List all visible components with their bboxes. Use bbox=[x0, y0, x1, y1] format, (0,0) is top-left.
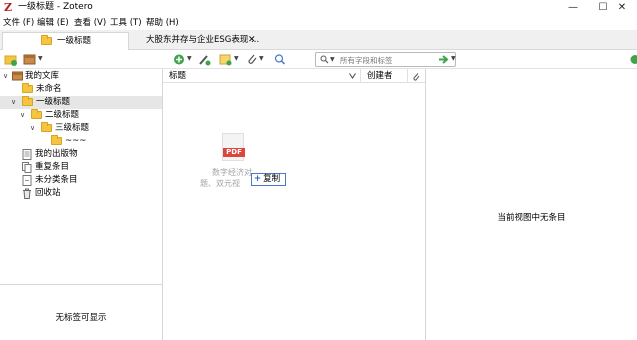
chevron-down-icon[interactable]: ∨ bbox=[20, 111, 25, 120]
trash-icon bbox=[23, 188, 31, 199]
library-root[interactable]: ∨ 我的文库 bbox=[0, 70, 162, 83]
plus-icon: + bbox=[254, 174, 262, 184]
library-icon bbox=[12, 71, 23, 81]
menu-bar: 文件 (F) 编辑 (E) 查看 (V) 工具 (T) 帮助 (H) bbox=[0, 16, 637, 30]
window-title: 一级标题 - Zotero bbox=[18, 2, 93, 12]
tab-label: 一级标题 bbox=[57, 36, 92, 46]
duplicate-icon bbox=[22, 162, 32, 173]
new-note-icon[interactable] bbox=[219, 53, 233, 66]
new-collection-icon[interactable] bbox=[4, 53, 18, 66]
folder-icon bbox=[41, 35, 52, 45]
tab-document[interactable]: 大股东并存与企业ESG表现 ... ✕ bbox=[130, 32, 260, 50]
duplicate-items[interactable]: 重复条目 bbox=[0, 161, 162, 174]
chevron-down-icon[interactable]: ▼ bbox=[38, 55, 43, 63]
chevron-down-icon[interactable]: ▼ bbox=[234, 55, 239, 63]
tree-label: 一级标题 bbox=[36, 97, 71, 107]
add-by-identifier-icon[interactable] bbox=[198, 53, 212, 66]
locate-icon[interactable] bbox=[274, 53, 286, 66]
sort-descending-icon[interactable] bbox=[349, 73, 356, 79]
menu-edit[interactable]: 编辑 (E) bbox=[37, 17, 69, 29]
chevron-down-icon[interactable]: ∨ bbox=[3, 72, 8, 81]
copy-drop-badge: + 复制 bbox=[251, 173, 286, 186]
chevron-down-icon[interactable]: ▼ bbox=[187, 55, 192, 63]
folder-icon bbox=[51, 135, 62, 145]
column-divider[interactable] bbox=[407, 69, 408, 83]
chevron-down-icon[interactable]: ▼ bbox=[259, 55, 264, 63]
sync-icon[interactable] bbox=[630, 53, 637, 66]
menu-tools[interactable]: 工具 (T) bbox=[110, 17, 142, 29]
document-icon bbox=[22, 149, 32, 160]
tab-library[interactable]: 一级标题 bbox=[2, 32, 129, 50]
column-creator[interactable]: 创建者 bbox=[367, 71, 393, 82]
items-pane: 标题 创建者 bbox=[163, 69, 425, 340]
search-input[interactable] bbox=[340, 54, 452, 66]
tree-label: 未分类条目 bbox=[35, 175, 78, 185]
title-bar: Z 一级标题 - Zotero — ☐ ✕ bbox=[0, 0, 637, 16]
items-column-header: 标题 创建者 bbox=[163, 69, 425, 83]
collections-pane: ∨ 我的文库 未命名 ∨ 一级标题 ∨ 二级标题 ∨ 三级标题 ~~~ 我的出版… bbox=[0, 69, 162, 284]
add-attachment-icon[interactable] bbox=[246, 53, 258, 66]
menu-view[interactable]: 查看 (V) bbox=[74, 17, 106, 29]
collection-item[interactable]: ~~~ bbox=[0, 135, 162, 148]
pdf-badge: PDF bbox=[223, 148, 245, 157]
search-mode-chevron-icon[interactable]: ▼ bbox=[330, 56, 335, 63]
column-divider[interactable] bbox=[360, 69, 361, 83]
tree-label: ~~~ bbox=[65, 136, 87, 146]
column-title[interactable]: 标题 bbox=[169, 71, 186, 82]
trash-item[interactable]: 回收站 bbox=[0, 187, 162, 200]
collection-item[interactable]: ∨ 二级标题 bbox=[0, 109, 162, 122]
zotero-logo-icon: Z bbox=[4, 1, 13, 14]
search-field[interactable]: ▼ bbox=[315, 52, 456, 67]
item-detail-pane: 当前视图中无条目 bbox=[426, 69, 637, 340]
collection-item-selected[interactable]: ∨ 一级标题 bbox=[0, 96, 162, 109]
tree-label: 回收站 bbox=[35, 188, 61, 198]
tree-label: 我的文库 bbox=[25, 71, 60, 81]
collection-item[interactable]: ∨ 三级标题 bbox=[0, 122, 162, 135]
no-tags-message: 无标签可显示 bbox=[55, 313, 107, 323]
arrow-right-icon[interactable] bbox=[438, 53, 450, 66]
copy-label: 复制 bbox=[263, 174, 281, 184]
my-publications-item[interactable]: 我的出版物 bbox=[0, 148, 162, 161]
close-icon[interactable]: ✕ bbox=[248, 35, 256, 46]
close-button[interactable]: ✕ bbox=[607, 0, 637, 16]
new-library-icon[interactable] bbox=[23, 53, 37, 66]
unfiled-icon bbox=[22, 175, 32, 186]
drag-filename-line1: 数字经济对 bbox=[212, 168, 252, 177]
minimize-button[interactable]: — bbox=[558, 0, 588, 16]
folder-icon bbox=[22, 83, 33, 93]
tree-label: 重复条目 bbox=[35, 162, 70, 172]
tab-bar: 一级标题 大股东并存与企业ESG表现 ... ✕ bbox=[0, 30, 637, 50]
pdf-file-icon: PDF bbox=[222, 133, 245, 161]
unfiled-items[interactable]: 未分类条目 bbox=[0, 174, 162, 187]
toolbar: ▼ ▼ ▼ ▼ ▼ ▼ bbox=[0, 50, 637, 69]
tag-selector: 无标签可显示 bbox=[0, 284, 162, 340]
folder-icon bbox=[22, 96, 33, 106]
chevron-down-icon[interactable]: ▼ bbox=[451, 55, 456, 63]
chevron-down-icon[interactable]: ∨ bbox=[11, 98, 16, 107]
tree-label: 二级标题 bbox=[45, 110, 80, 120]
tree-label: 三级标题 bbox=[55, 123, 90, 133]
folder-icon bbox=[41, 122, 52, 132]
folder-icon bbox=[31, 109, 42, 119]
no-items-message: 当前视图中无条目 bbox=[497, 213, 566, 223]
drag-filename-line2: 题、双元视 bbox=[200, 179, 240, 188]
menu-file[interactable]: 文件 (F) bbox=[3, 17, 34, 29]
new-item-icon[interactable] bbox=[173, 53, 185, 66]
menu-help[interactable]: 帮助 (H) bbox=[146, 17, 179, 29]
collection-item[interactable]: 未命名 bbox=[0, 83, 162, 96]
chevron-down-icon[interactable]: ∨ bbox=[30, 124, 35, 133]
tree-label: 未命名 bbox=[36, 84, 62, 94]
attachment-column-icon[interactable] bbox=[412, 72, 420, 81]
tree-label: 我的出版物 bbox=[35, 149, 78, 159]
search-icon bbox=[320, 55, 329, 64]
tab-label: 大股东并存与企业ESG表现 ... bbox=[146, 35, 260, 45]
